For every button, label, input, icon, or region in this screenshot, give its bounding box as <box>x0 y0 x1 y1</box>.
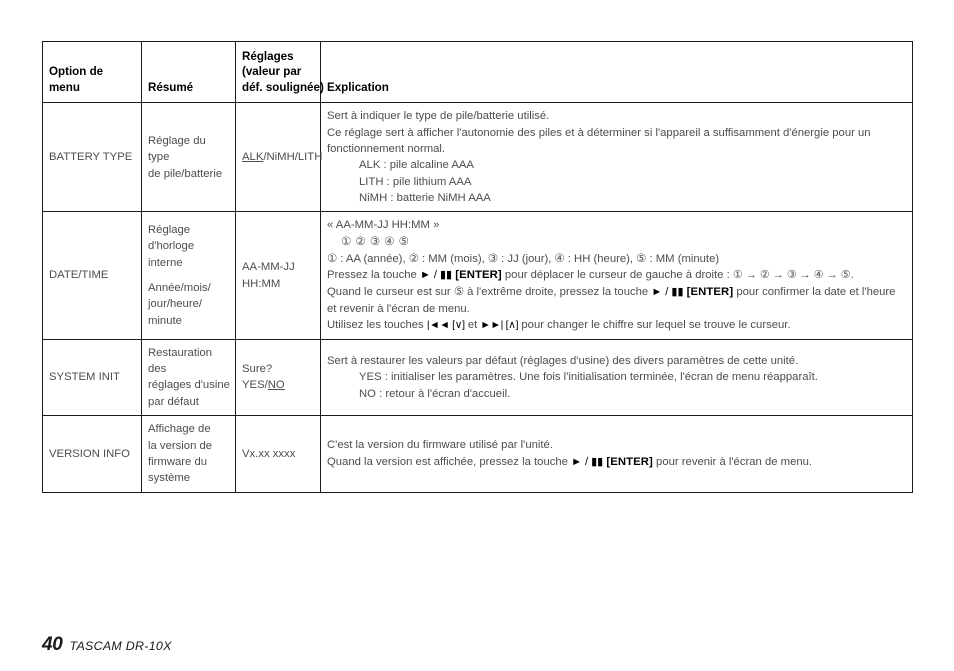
page-number: 40 <box>42 634 63 655</box>
explanation-line: C'est la version du firmware utilisé par… <box>327 439 553 452</box>
brand-model-label: TASCAM DR-10X <box>69 639 172 653</box>
menu-option-battery-type: BATTERY TYPE <box>42 102 142 213</box>
summary-line: d'horloge <box>148 240 195 253</box>
cursor-move-sequence: ① → ② → ③ → ④ → ⑤. <box>732 269 854 282</box>
table-row-system-init: SYSTEM INIT Restauration des réglages d'… <box>42 338 913 417</box>
explanation-confirm-datetime: Quand le curseur est sur ⑤ à l'extrême d… <box>327 284 907 317</box>
text-fragment: Quand le curseur est sur ⑤ à l'extrême d… <box>327 285 652 298</box>
summary-line: réglages d'usine <box>148 379 230 392</box>
summary-battery-type: Réglage du type de pile/batterie <box>141 102 236 213</box>
summary-line: minute <box>148 314 182 327</box>
setting-line: HH:MM <box>242 277 281 290</box>
page-footer: 40 TASCAM DR-10X <box>42 634 172 656</box>
setting-value-version-info: Vx.xx xxxx <box>235 415 321 493</box>
explanation-option-yes: YES : initialiser les paramètres. Une fo… <box>359 371 818 384</box>
summary-line: par défaut <box>148 395 199 408</box>
enter-key-label: [ENTER] <box>455 269 502 282</box>
explanation-change-digit: Utilisez les touches |◄◄ [∨] et ►►| [∧] … <box>327 317 907 333</box>
summary-version-info: Affichage de la version de firmware du s… <box>141 415 236 493</box>
explanation-line: Sert à indiquer le type de pile/batterie… <box>327 110 550 123</box>
play-pause-icon: ► / ▮▮ <box>419 269 453 282</box>
text-fragment: pour changer le chiffre sur lequel se tr… <box>518 319 791 332</box>
text-fragment: Pressez la touche <box>327 269 420 282</box>
summary-line: firmware du <box>148 455 208 468</box>
date-field-markers: ① ② ③ ④ ⑤ <box>341 234 410 248</box>
summary-line: Affichage de <box>148 423 211 436</box>
summary-line: Réglage <box>148 223 191 236</box>
menu-option-version-info: VERSION INFO <box>42 415 142 493</box>
default-value-alk: ALK <box>242 151 264 164</box>
column-header-option: Option de menu <box>42 40 142 104</box>
table-row-battery-type: BATTERY TYPE Réglage du type de pile/bat… <box>42 102 913 213</box>
explanation-option-no: NO : retour à l'écran d'accueil. <box>359 387 511 400</box>
summary-line: système <box>148 472 191 485</box>
menu-option-system-init: SYSTEM INIT <box>42 338 142 417</box>
explanation-return-to-menu: Quand la version est affichée, pressez l… <box>327 454 907 471</box>
setting-value-battery-type: ALK/NiMH/LITH <box>235 102 323 213</box>
column-header-settings: Réglages (valeur par déf. soulignée) <box>235 40 324 104</box>
summary-system-init: Restauration des réglages d'usine par dé… <box>141 338 236 417</box>
explanation-option-lith: LITH : pile lithium AAA <box>359 175 472 188</box>
enter-key-label: [ENTER] <box>606 455 653 468</box>
summary-line: Année/mois/ <box>148 282 211 295</box>
play-pause-icon: ► / ▮▮ <box>571 455 604 468</box>
text-fragment: Utilisez les touches <box>327 319 427 332</box>
explanation-line: Ce réglage sert à afficher l'autonomie d… <box>327 126 871 155</box>
text-fragment: pour revenir à l'écran de menu. <box>652 455 813 468</box>
explanation-version-info: C'est la version du firmware utilisé par… <box>320 415 913 493</box>
enter-key-label: [ENTER] <box>686 285 734 298</box>
summary-line: interne <box>148 256 183 269</box>
setting-options-rest: /NiMH/LITH <box>263 151 323 164</box>
summary-line: de pile/batterie <box>148 167 223 180</box>
manual-page: Option de menu Résumé Réglages (valeur p… <box>0 0 954 671</box>
menu-option-date-time: DATE/TIME <box>42 211 142 340</box>
setting-value-date-time: AA-MM-JJ HH:MM <box>235 211 321 340</box>
date-format-string: « AA-MM-JJ HH:MM » <box>327 219 440 232</box>
date-field-legend: ① : AA (année), ② : MM (mois), ③ : JJ (j… <box>327 252 720 265</box>
column-header-summary: Résumé <box>141 40 236 104</box>
explanation-date-time: « AA-MM-JJ HH:MM » ① ② ③ ④ ⑤ ① : AA (ann… <box>320 211 913 340</box>
table-row-date-time: DATE/TIME Réglage d'horloge interne Anné… <box>42 211 913 340</box>
play-pause-icon: ► / ▮▮ <box>651 285 684 298</box>
setting-line: AA-MM-JJ <box>242 261 295 274</box>
summary-line: Restauration des <box>148 346 213 376</box>
text-fragment: Quand la version est affichée, pressez l… <box>327 455 572 468</box>
explanation-system-init: Sert à restaurer les valeurs par défaut … <box>320 338 913 417</box>
default-value-no: NO <box>267 379 285 392</box>
column-header-settings-line2: (valeur par <box>242 65 302 79</box>
explanation-option-nimh: NiMH : batterie NiMH AAA <box>359 192 491 205</box>
column-header-explanation: Explication <box>320 40 913 104</box>
table-header-row: Option de menu Résumé Réglages (valeur p… <box>42 40 913 104</box>
setting-value-system-init: Sure? YES/NO <box>235 338 321 417</box>
explanation-line: Sert à restaurer les valeurs par défaut … <box>327 354 799 367</box>
text-fragment: et <box>464 319 481 332</box>
summary-line: jour/heure/ <box>148 298 203 311</box>
summary-line: Réglage du type <box>148 134 206 164</box>
summary-date-time: Réglage d'horloge interne Année/mois/ jo… <box>141 211 236 340</box>
column-header-settings-line3: déf. soulignée) <box>242 80 324 94</box>
text-fragment: pour déplacer le curseur de gauche à dro… <box>501 269 733 282</box>
explanation-option-alk: ALK : pile alcaline AAA <box>359 159 474 172</box>
skip-forward-icon: ►►| [∧] <box>480 319 519 332</box>
summary-line: la version de <box>148 439 213 452</box>
explanation-battery-type: Sert à indiquer le type de pile/batterie… <box>320 102 913 213</box>
column-header-settings-line1: Réglages <box>242 50 294 63</box>
menu-settings-table: Option de menu Résumé Réglages (valeur p… <box>42 40 913 493</box>
explanation-enter-move-cursor: Pressez la touche ► / ▮▮ [ENTER] pour dé… <box>327 267 907 284</box>
table-row-version-info: VERSION INFO Affichage de la version de … <box>42 415 913 493</box>
skip-back-icon: |◄◄ [∨] <box>426 319 465 332</box>
